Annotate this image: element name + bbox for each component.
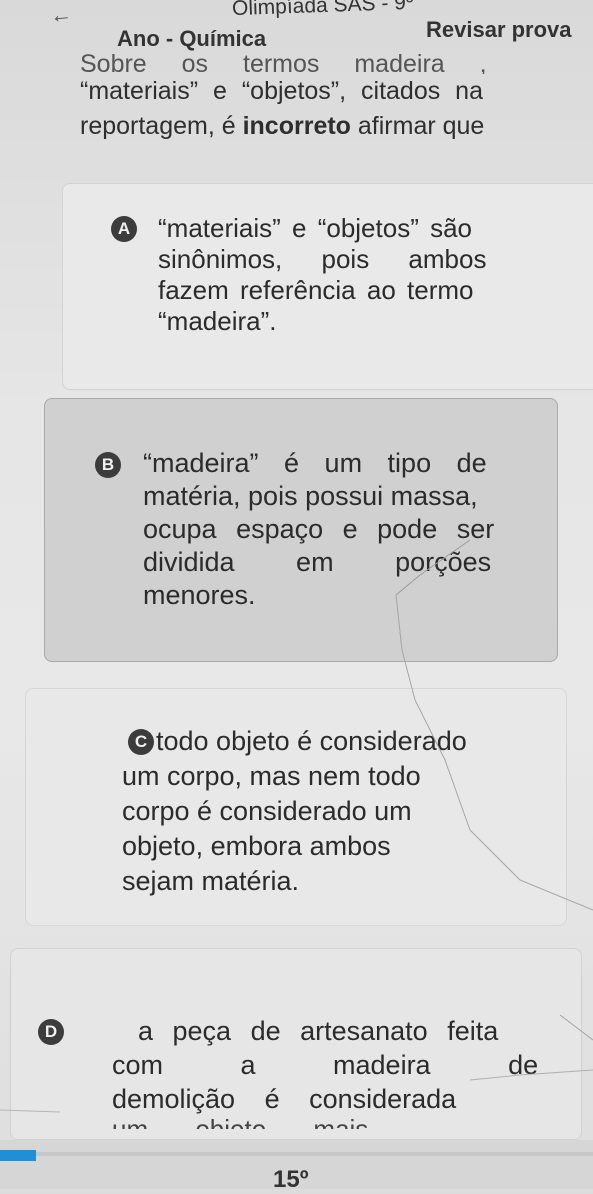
- option-letter-badge: A: [111, 216, 137, 242]
- option-line: matéria, pois possui massa,: [143, 481, 478, 511]
- top-bar: ← Olimpíada SAS - 9º Ano - Química Revis…: [0, 0, 593, 60]
- progress-fill: [0, 1150, 36, 1161]
- statement-emphasis: incorreto: [242, 112, 351, 140]
- option-a-text: “materiais” e “objetos” são sinônimos, p…: [158, 213, 486, 337]
- option-line: sinônimos, pois ambos: [158, 244, 487, 274]
- option-line: menores.: [143, 580, 256, 610]
- statement-text: reportagem, é: [80, 112, 243, 140]
- option-line: dividida em porções: [143, 547, 492, 577]
- question-statement: Sobre os termos madeira , “materiais” e …: [80, 54, 580, 144]
- option-line: demolição é considerada: [112, 1084, 457, 1114]
- option-line: “madeira” é um tipo de: [143, 448, 487, 478]
- statement-line: reportagem, é incorreto afirmar que: [80, 109, 580, 144]
- option-line: um corpo, mas nem todo: [122, 761, 421, 791]
- option-line: sejam matéria.: [122, 866, 300, 896]
- review-exam-button[interactable]: Revisar prova: [426, 17, 572, 43]
- option-line: corpo é considerado um: [122, 796, 412, 826]
- exam-title: Olimpíada SAS - 9º: [231, 0, 414, 21]
- option-line: “materiais” e “objetos” são: [158, 213, 472, 243]
- option-line: com a madeira de: [112, 1050, 539, 1080]
- option-line: fazem referência ao termo: [158, 275, 474, 305]
- option-line: todo objeto é considerado: [156, 726, 467, 756]
- statement-text: afirmar que: [350, 112, 485, 140]
- option-line: objeto, embora ambos: [122, 831, 391, 861]
- option-letter-badge: B: [95, 452, 121, 478]
- option-b-card[interactable]: B “madeira” é um tipo de matéria, pois p…: [44, 398, 558, 662]
- option-b-text: “madeira” é um tipo de matéria, pois pos…: [143, 447, 494, 612]
- option-a-card[interactable]: A “materiais” e “objetos” são sinônimos,…: [62, 183, 593, 390]
- option-d-text: a peça de artesanato feita com a madeira…: [112, 1014, 538, 1129]
- option-line: “madeira”.: [158, 306, 277, 336]
- option-line-partial: um objeto mais...: [112, 1116, 538, 1129]
- option-c-text: todo objeto é considerado um corpo, mas …: [122, 724, 467, 899]
- exam-subtitle: Ano - Química: [117, 26, 267, 51]
- option-letter-badge: D: [38, 1019, 64, 1045]
- statement-line: “materiais” e “objetos”, citados na: [80, 77, 483, 105]
- arrow-left-icon[interactable]: ←: [49, 1, 74, 29]
- option-line: ocupa espaço e pode ser: [143, 514, 495, 544]
- exam-screen: ← Olimpíada SAS - 9º Ano - Química Revis…: [0, 0, 593, 1193]
- option-c-card[interactable]: C todo objeto é considerado um corpo, ma…: [25, 688, 567, 926]
- option-d-card[interactable]: D a peça de artesanato feita com a madei…: [10, 948, 582, 1140]
- question-number: 15º: [273, 1166, 309, 1193]
- option-line: a peça de artesanato feita: [138, 1016, 499, 1046]
- progress-track: [0, 1152, 593, 1156]
- statement-line: Sobre os termos madeira ,: [80, 54, 487, 74]
